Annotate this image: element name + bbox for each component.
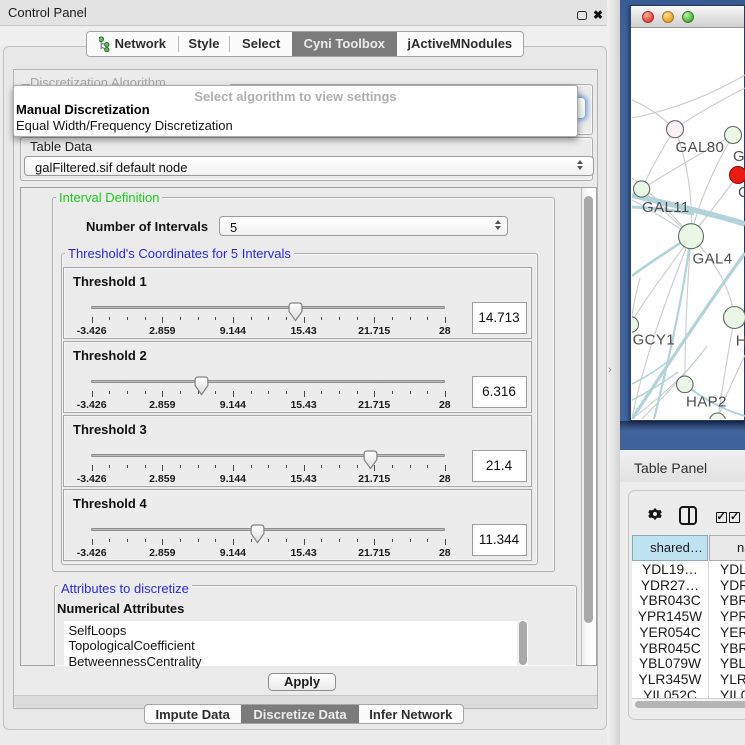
svg-text:GAL4: GAL4 bbox=[693, 251, 733, 268]
svg-text:GCY1: GCY1 bbox=[633, 332, 675, 349]
svg-text:CD: CD bbox=[738, 184, 745, 201]
svg-text:GA: GA bbox=[733, 148, 745, 165]
svg-text:HI: HI bbox=[736, 333, 745, 350]
svg-text:GAL80: GAL80 bbox=[676, 139, 725, 156]
svg-text:GAL11: GAL11 bbox=[642, 199, 690, 216]
svg-text:HAP2: HAP2 bbox=[686, 393, 727, 410]
